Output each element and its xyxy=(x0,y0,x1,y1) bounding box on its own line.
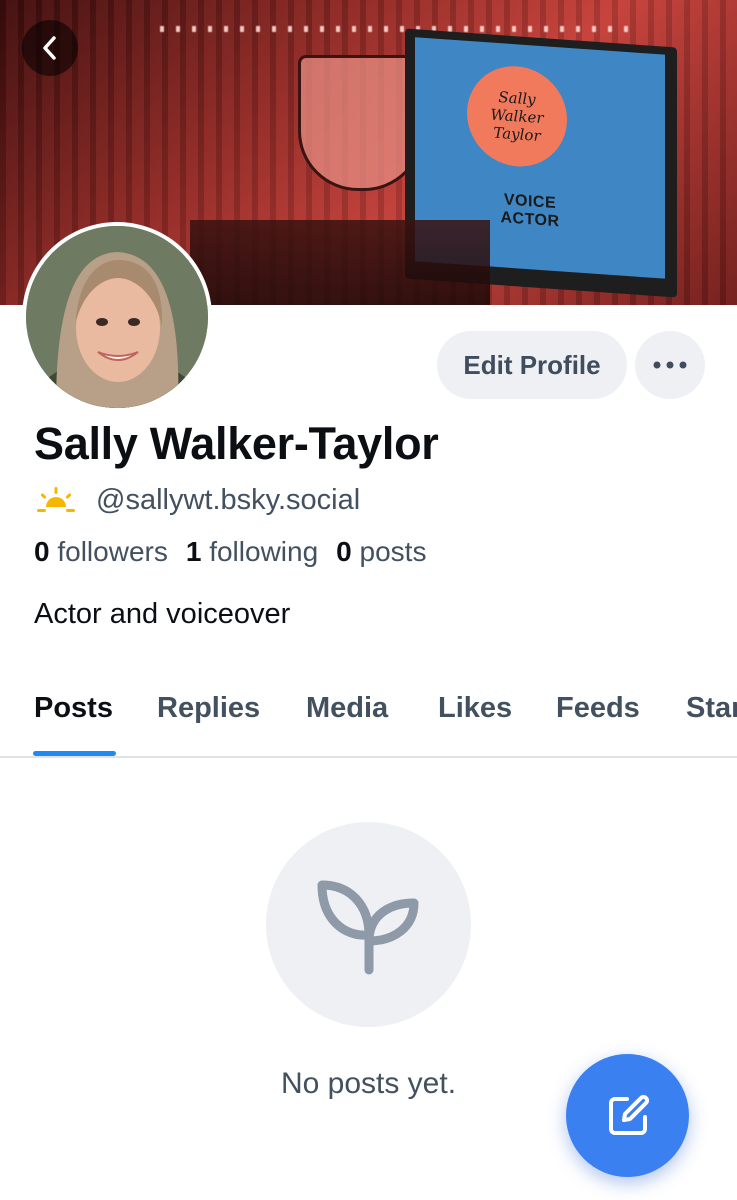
posts-stat: 0 posts xyxy=(336,536,426,568)
handle: @sallywt.bsky.social xyxy=(96,483,361,516)
banner-led-strip xyxy=(160,26,640,32)
empty-state-icon-container xyxy=(266,822,471,1027)
posts-count: 0 xyxy=(336,536,352,567)
tab-likes[interactable]: Likes xyxy=(438,692,512,725)
avatar-image xyxy=(26,226,208,408)
avatar[interactable] xyxy=(22,222,212,412)
profile-tabs: Posts Replies Media Likes Feeds Starter … xyxy=(0,670,737,758)
compose-button[interactable] xyxy=(566,1054,689,1177)
edit-profile-button[interactable]: Edit Profile xyxy=(437,331,627,399)
banner-desk xyxy=(190,220,490,305)
profile-stats: 0 followers 1 following 0 posts xyxy=(34,536,444,568)
profile-bio: Actor and voiceover xyxy=(34,598,291,630)
followers-label: followers xyxy=(57,536,168,567)
banner-logo: Sally Walker Taylor xyxy=(467,62,567,170)
following-link[interactable]: 1 following xyxy=(186,536,318,568)
sunrise-icon xyxy=(37,487,75,512)
tab-media[interactable]: Media xyxy=(306,692,388,725)
compose-icon xyxy=(608,1094,649,1135)
posts-label: posts xyxy=(359,536,427,567)
followers-count: 0 xyxy=(34,536,50,567)
followers-link[interactable]: 0 followers xyxy=(34,536,168,568)
back-button[interactable] xyxy=(22,20,78,76)
tab-starter-packs[interactable]: Starter Packs xyxy=(686,692,737,725)
active-tab-indicator xyxy=(33,751,116,756)
ellipsis-icon xyxy=(653,361,687,369)
following-label: following xyxy=(209,536,319,567)
more-options-button[interactable] xyxy=(635,331,705,399)
tab-posts[interactable]: Posts xyxy=(34,692,113,725)
banner-logo-line-3: Taylor xyxy=(493,123,541,145)
chevron-left-icon xyxy=(43,36,56,60)
banner-voice-actor-text: VOICE ACTOR xyxy=(500,191,560,231)
tab-replies[interactable]: Replies xyxy=(157,692,260,725)
following-count: 1 xyxy=(185,536,202,567)
display-name: Sally Walker-Taylor xyxy=(34,418,439,469)
sprout-icon xyxy=(317,880,418,974)
tab-feeds[interactable]: Feeds xyxy=(556,692,640,725)
handle-row: @sallywt.bsky.social xyxy=(34,480,360,520)
